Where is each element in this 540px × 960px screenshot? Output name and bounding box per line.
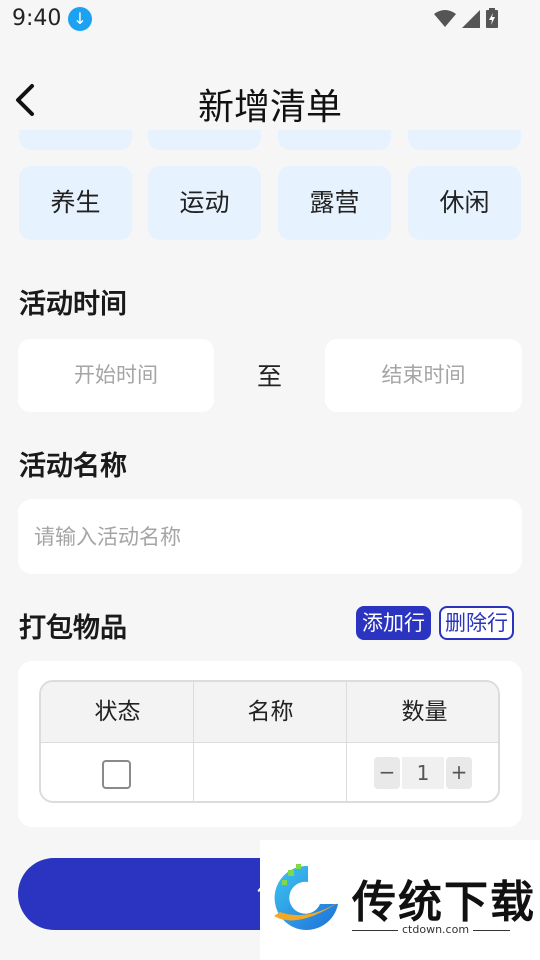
table-header-row: 状态 名称 数量	[41, 682, 498, 743]
category-chip[interactable]	[278, 130, 391, 150]
watermark-text: 传统下载	[352, 877, 536, 928]
add-row-button[interactable]: 添加行	[356, 606, 431, 640]
decrement-button[interactable]: −	[374, 757, 400, 789]
activity-time-title: 活动时间	[19, 289, 127, 320]
watermark: 传统下载 ctdown.com	[260, 840, 540, 960]
status-time: 9:40	[12, 6, 62, 31]
battery-icon	[486, 8, 498, 28]
category-chip-health[interactable]: 养生	[19, 166, 132, 240]
column-header-quantity: 数量	[401, 699, 448, 725]
pack-items-table: 状态 名称 数量 − 1 +	[39, 680, 500, 803]
signal-icon	[462, 10, 480, 28]
status-icons	[434, 8, 498, 28]
watermark-logo-icon	[274, 864, 342, 930]
column-header-name: 名称	[247, 699, 294, 725]
item-name-cell[interactable]	[194, 743, 346, 801]
end-time-field[interactable]: 结束时间	[325, 339, 522, 412]
category-chip-leisure[interactable]: 休闲	[408, 166, 521, 240]
category-row-partial	[19, 130, 521, 152]
category-chip[interactable]	[408, 130, 521, 150]
pack-items-card: 状态 名称 数量 − 1 +	[18, 661, 522, 827]
category-chip-camping[interactable]: 露营	[278, 166, 391, 240]
time-separator: 至	[257, 362, 283, 391]
quantity-stepper: − 1 +	[374, 757, 472, 789]
item-status-checkbox[interactable]	[102, 760, 131, 789]
watermark-url: ctdown.com	[398, 923, 474, 936]
category-chip[interactable]	[19, 130, 132, 150]
category-chip-sports[interactable]: 运动	[148, 166, 261, 240]
wifi-icon	[434, 10, 456, 27]
category-row: 养生 运动 露营 休闲	[19, 166, 521, 240]
activity-name-title: 活动名称	[19, 451, 127, 482]
delete-row-button[interactable]: 删除行	[439, 606, 514, 640]
start-time-field[interactable]: 开始时间	[18, 339, 214, 412]
quantity-value[interactable]: 1	[402, 757, 444, 789]
header: 新增清单	[0, 60, 540, 140]
column-header-status: 状态	[94, 699, 141, 725]
activity-name-input[interactable]	[18, 499, 522, 574]
status-bar: 9:40 ↓	[0, 0, 540, 38]
page-title: 新增清单	[197, 87, 342, 128]
category-chip[interactable]	[148, 130, 261, 150]
pack-items-title: 打包物品	[19, 613, 127, 644]
download-icon: ↓	[68, 7, 92, 31]
increment-button[interactable]: +	[446, 757, 472, 789]
table-row: − 1 +	[41, 743, 498, 801]
